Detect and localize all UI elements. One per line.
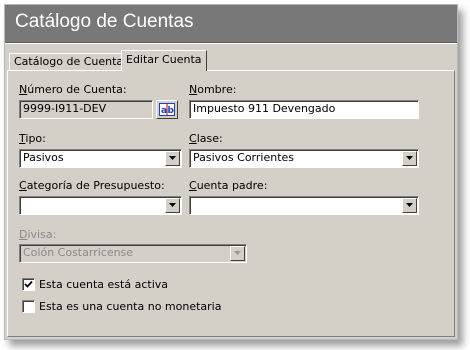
parent-account-select[interactable] [189, 196, 419, 215]
account-active-checkbox[interactable] [22, 278, 35, 291]
budget-category-select[interactable] [19, 196, 182, 215]
budget-category-dropdown-button[interactable] [165, 198, 180, 213]
chevron-down-icon [234, 251, 241, 255]
currency-dropdown-button[interactable] [230, 246, 245, 261]
class-label: Clase: [189, 132, 223, 145]
budget-category-label: Categoría de Presupuesto: [19, 179, 165, 192]
window-title: Catálogo de Cuentas [15, 11, 194, 32]
currency-label: Divisa: [19, 228, 57, 241]
parent-account-dropdown-button[interactable] [402, 198, 417, 213]
class-select[interactable]: Pasivos Corrientes [189, 149, 419, 168]
chevron-down-icon [406, 203, 413, 207]
account-active-label: Esta cuenta está activa [39, 278, 168, 291]
tab-edit-account[interactable]: Editar Cuenta [121, 50, 207, 71]
account-catalog-window: Catálogo de Cuentas Catálogo de Cuentas … [4, 4, 458, 340]
nonmonetary-account-checkbox[interactable] [22, 300, 35, 313]
account-number-label: Número de Cuenta: [19, 83, 127, 96]
type-select[interactable]: Pasivos [19, 149, 182, 168]
rename-account-button[interactable]: a b [156, 100, 178, 119]
svg-text:a: a [161, 106, 167, 116]
type-label: Tipo: [19, 132, 46, 145]
svg-text:b: b [168, 106, 175, 116]
chevron-down-icon [169, 156, 176, 160]
currency-select[interactable]: Colón Costarricense [19, 244, 247, 263]
nonmonetary-account-label: Esta es una cuenta no monetaria [39, 300, 222, 313]
tab-label: Editar Cuenta [126, 53, 202, 66]
type-dropdown-button[interactable] [165, 151, 180, 166]
ab-rename-icon: a b [159, 103, 175, 116]
title-bar: Catálogo de Cuentas [5, 5, 457, 43]
window-content: Catálogo de Cuentas Editar Cuenta Número… [5, 44, 457, 339]
edit-account-panel: Número de Cuenta: 9999-I911-DEV a b Nomb… [7, 70, 455, 337]
parent-account-label: Cuenta padre: [189, 179, 268, 192]
chevron-down-icon [169, 203, 176, 207]
tab-label: Catálogo de Cuentas [14, 55, 129, 68]
class-dropdown-button[interactable] [402, 151, 417, 166]
name-label: Nombre: [189, 83, 237, 96]
checkmark-icon [24, 280, 33, 288]
account-number-field[interactable]: 9999-I911-DEV [19, 100, 153, 119]
name-field[interactable]: Impuesto 911 Devengado [189, 100, 419, 119]
tab-account-catalog[interactable]: Catálogo de Cuentas [9, 53, 134, 70]
chevron-down-icon [406, 156, 413, 160]
